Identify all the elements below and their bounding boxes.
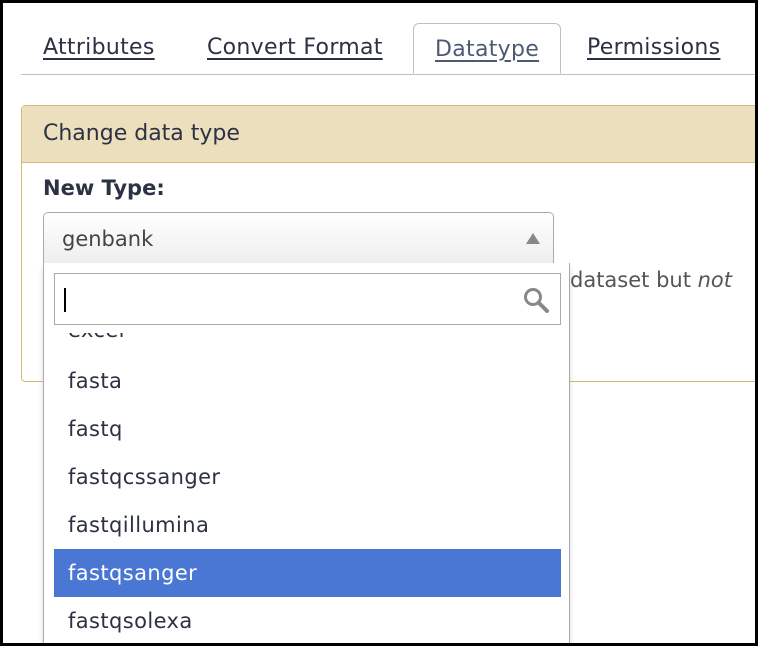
tab-convert-format[interactable]: Convert Format [207, 23, 383, 73]
option-fasta[interactable]: fasta [54, 357, 561, 405]
selected-datatype: genbank [62, 227, 154, 251]
window-frame: Attributes Convert Format Datatype Permi… [0, 0, 758, 646]
text-caret [64, 288, 66, 312]
help-text-emphasis: not [697, 268, 733, 292]
help-text: dataset but not [570, 268, 732, 292]
tab-attributes[interactable]: Attributes [43, 23, 155, 73]
datatype-dropdown: excel fasta fastq fastqcssanger fastqill… [43, 263, 570, 643]
option-fastq[interactable]: fastq [54, 405, 561, 453]
tab-datatype[interactable]: Datatype [413, 23, 562, 74]
option-fastqcssanger[interactable]: fastqcssanger [54, 453, 561, 501]
help-text-prefix: dataset but [570, 268, 698, 292]
datatype-select[interactable]: genbank [43, 212, 554, 264]
new-type-label: New Type: [43, 176, 165, 200]
option-fastqsolexa[interactable]: fastqsolexa [54, 597, 561, 643]
datatype-search-input[interactable] [55, 274, 515, 324]
tab-bar: Attributes Convert Format Datatype Permi… [21, 3, 755, 75]
chevron-up-icon [526, 233, 540, 244]
datatype-options-list[interactable]: excel fasta fastq fastqcssanger fastqill… [54, 333, 561, 643]
panel-title: Change data type [22, 106, 755, 163]
search-box [54, 273, 561, 325]
option-excel[interactable]: excel [54, 333, 561, 354]
option-fastqillumina[interactable]: fastqillumina [54, 501, 561, 549]
search-icon [524, 288, 549, 313]
tab-permissions[interactable]: Permissions [587, 23, 720, 73]
option-fastqsanger[interactable]: fastqsanger [54, 549, 561, 597]
